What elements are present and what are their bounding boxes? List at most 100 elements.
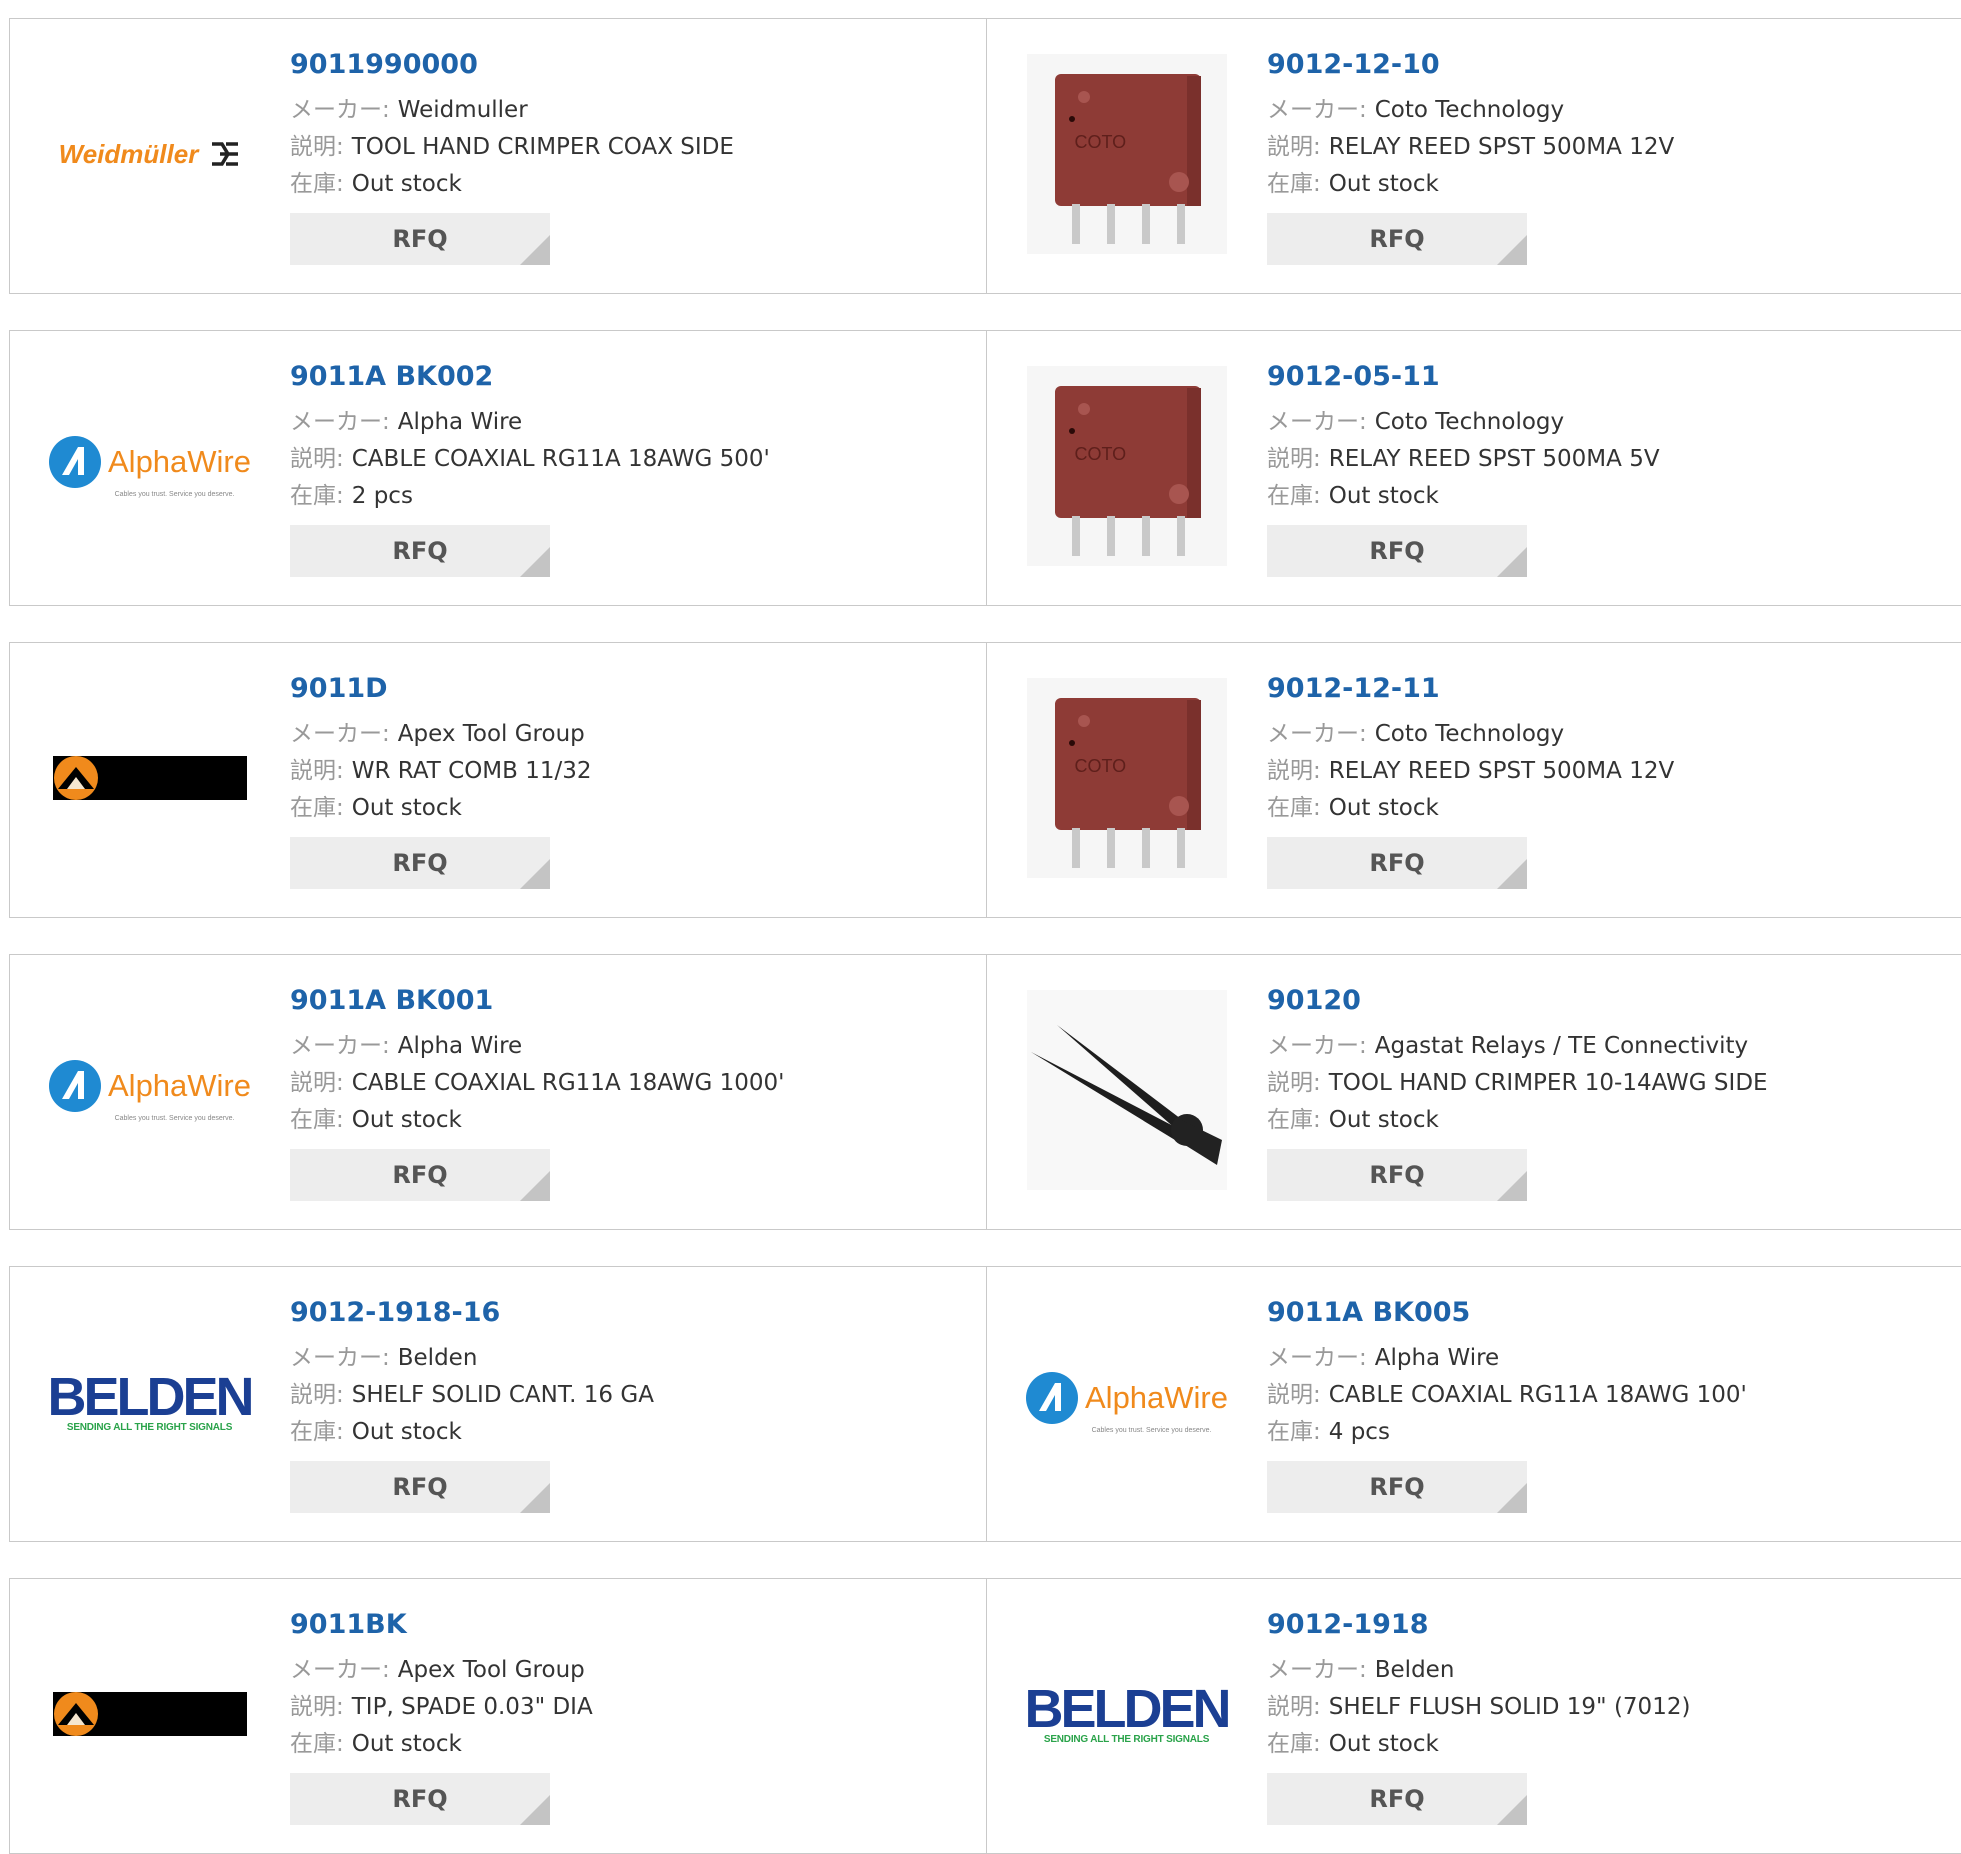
product-info: 9011BK メーカー: Apex Tool Group 説明: TIP, SPAD… (290, 1607, 976, 1825)
description-line: 説明: CABLE COAXIAL RG11A 18AWG 100' (1267, 1377, 1958, 1414)
rfq-button[interactable]: RFQ (1267, 525, 1527, 577)
apex-mark-icon (53, 756, 98, 800)
part-number-link[interactable]: 9012-12-10 (1267, 47, 1958, 83)
rfq-button[interactable]: RFQ (290, 1461, 550, 1513)
maker-value: Coto Technology (1374, 97, 1565, 123)
description-label: 説明: (1267, 1694, 1321, 1720)
description-line: 説明: TOOL HAND CRIMPER 10-14AWG SIDE (1267, 1065, 1958, 1102)
description-line: 説明: TIP, SPADE 0.03" DIA (290, 1689, 976, 1726)
description-value: CABLE COAXIAL RG11A 18AWG 100' (1328, 1382, 1747, 1408)
product-image[interactable]: COTO (1025, 673, 1228, 883)
relay-photo: COTO (1026, 366, 1227, 566)
rfq-label: RFQ (392, 1785, 448, 1813)
part-number-link[interactable]: 9011D (290, 671, 976, 707)
rfq-label: RFQ (392, 537, 448, 565)
rfq-button[interactable]: RFQ (290, 525, 550, 577)
stock-line: 在庫: Out stock (290, 1414, 976, 1451)
apex-logo (52, 1692, 247, 1736)
stock-value: Out stock (1328, 1731, 1439, 1757)
belden-logo: BELDEN SENDING ALL THE RIGHT SIGNALS (1024, 1678, 1232, 1745)
stock-value: Out stock (1328, 1107, 1439, 1133)
product-image[interactable]: COTO (1025, 49, 1228, 259)
maker-line: メーカー: Weidmuller (290, 92, 976, 129)
product-info: 9012-12-10 メーカー: Coto Technology 説明: RELAY… (1267, 47, 1958, 265)
stock-line: 在庫: Out stock (290, 1726, 976, 1763)
stock-label: 在庫: (1267, 171, 1321, 197)
product-image[interactable]: AlphaWire Cables you trust. Service you … (1025, 1297, 1228, 1507)
stock-line: 在庫: Out stock (1267, 1726, 1958, 1763)
description-label: 説明: (290, 1694, 344, 1720)
description-label: 説明: (290, 1382, 344, 1408)
part-number-link[interactable]: 9011A BK001 (290, 983, 976, 1019)
rfq-button[interactable]: RFQ (1267, 213, 1527, 265)
description-value: TIP, SPADE 0.03" DIA (351, 1694, 593, 1720)
rfq-label: RFQ (392, 1473, 448, 1501)
maker-value: Agastat Relays / TE Connectivity (1374, 1033, 1749, 1059)
maker-label: メーカー: (290, 721, 390, 747)
rfq-corner-decoration (520, 235, 550, 265)
rfq-button[interactable]: RFQ (1267, 1461, 1527, 1513)
product-row: AlphaWire Cables you trust. Service you … (9, 330, 1961, 606)
description-value: CABLE COAXIAL RG11A 18AWG 1000' (351, 1070, 785, 1096)
product-card: AlphaWire Cables you trust. Service you … (9, 954, 987, 1230)
relay-photo: COTO (1026, 678, 1227, 878)
product-image[interactable]: AlphaWire Cables you trust. Service you … (48, 361, 251, 571)
rfq-button[interactable]: RFQ (290, 837, 550, 889)
product-image[interactable]: BELDEN SENDING ALL THE RIGHT SIGNALS (1024, 1609, 1232, 1819)
description-line: 説明: WR RAT COMB 11/32 (290, 753, 976, 790)
product-card: COTO 9012-12-10 メーカー: Coto Technology 説明:… (987, 18, 1961, 294)
product-info: 9012-05-11 メーカー: Coto Technology 説明: RELAY… (1267, 359, 1958, 577)
rfq-button[interactable]: RFQ (290, 1773, 550, 1825)
part-number-link[interactable]: 9012-1918 (1267, 1607, 1958, 1643)
product-image[interactable]: COTO (1025, 361, 1228, 571)
part-number-link[interactable]: 9011990000 (290, 47, 976, 83)
rfq-button[interactable]: RFQ (1267, 1773, 1527, 1825)
product-image[interactable]: AlphaWire Cables you trust. Service you … (48, 985, 251, 1195)
rfq-label: RFQ (392, 1161, 448, 1189)
part-number-link[interactable]: 9011A BK002 (290, 359, 976, 395)
maker-label: メーカー: (290, 97, 390, 123)
stock-value: Out stock (1328, 171, 1439, 197)
stock-label: 在庫: (290, 1419, 344, 1445)
description-label: 説明: (290, 1070, 344, 1096)
rfq-button[interactable]: RFQ (1267, 837, 1527, 889)
maker-line: メーカー: Alpha Wire (290, 1028, 976, 1065)
rfq-label: RFQ (1369, 225, 1425, 253)
maker-label: メーカー: (1267, 721, 1367, 747)
product-image[interactable] (48, 1609, 251, 1819)
maker-value: Weidmuller (397, 97, 528, 123)
product-image[interactable]: BELDEN SENDING ALL THE RIGHT SIGNALS (48, 1297, 255, 1507)
description-value: SHELF FLUSH SOLID 19" (7012) (1328, 1694, 1691, 1720)
product-image[interactable] (1025, 985, 1228, 1195)
product-card: 90120 メーカー: Agastat Relays / TE Connectiv… (987, 954, 1961, 1230)
product-image[interactable]: Weidmüller (48, 49, 251, 259)
part-number-link[interactable]: 9012-05-11 (1267, 359, 1958, 395)
reed-relay-icon (1054, 74, 1201, 244)
maker-line: メーカー: Belden (1267, 1652, 1958, 1689)
rfq-corner-decoration (520, 1483, 550, 1513)
part-number-link[interactable]: 9011A BK005 (1267, 1295, 1958, 1331)
rfq-corner-decoration (1497, 1171, 1527, 1201)
product-card: BELDEN SENDING ALL THE RIGHT SIGNALS 901… (987, 1578, 1961, 1854)
maker-line: メーカー: Coto Technology (1267, 716, 1958, 753)
product-image[interactable] (48, 673, 251, 883)
product-info: 9012-1918 メーカー: Belden 説明: SHELF FLUSH SOL… (1267, 1607, 1958, 1825)
description-label: 説明: (290, 134, 344, 160)
rfq-button[interactable]: RFQ (1267, 1149, 1527, 1201)
description-line: 説明: TOOL HAND CRIMPER COAX SIDE (290, 129, 976, 166)
part-number-link[interactable]: 90120 (1267, 983, 1958, 1019)
rfq-button[interactable]: RFQ (290, 1149, 550, 1201)
part-number-link[interactable]: 9011BK (290, 1607, 976, 1643)
maker-value: Apex Tool Group (397, 1657, 585, 1683)
part-number-link[interactable]: 9012-1918-16 (290, 1295, 976, 1331)
rfq-button[interactable]: RFQ (290, 213, 550, 265)
maker-label: メーカー: (1267, 1657, 1367, 1683)
maker-label: メーカー: (290, 1033, 390, 1059)
rfq-corner-decoration (1497, 859, 1527, 889)
rfq-corner-decoration (1497, 1483, 1527, 1513)
product-card: AlphaWire Cables you trust. Service you … (987, 1266, 1961, 1542)
stock-label: 在庫: (290, 171, 344, 197)
product-info: 90120 メーカー: Agastat Relays / TE Connectiv… (1267, 983, 1958, 1201)
part-number-link[interactable]: 9012-12-11 (1267, 671, 1958, 707)
rfq-corner-decoration (520, 859, 550, 889)
